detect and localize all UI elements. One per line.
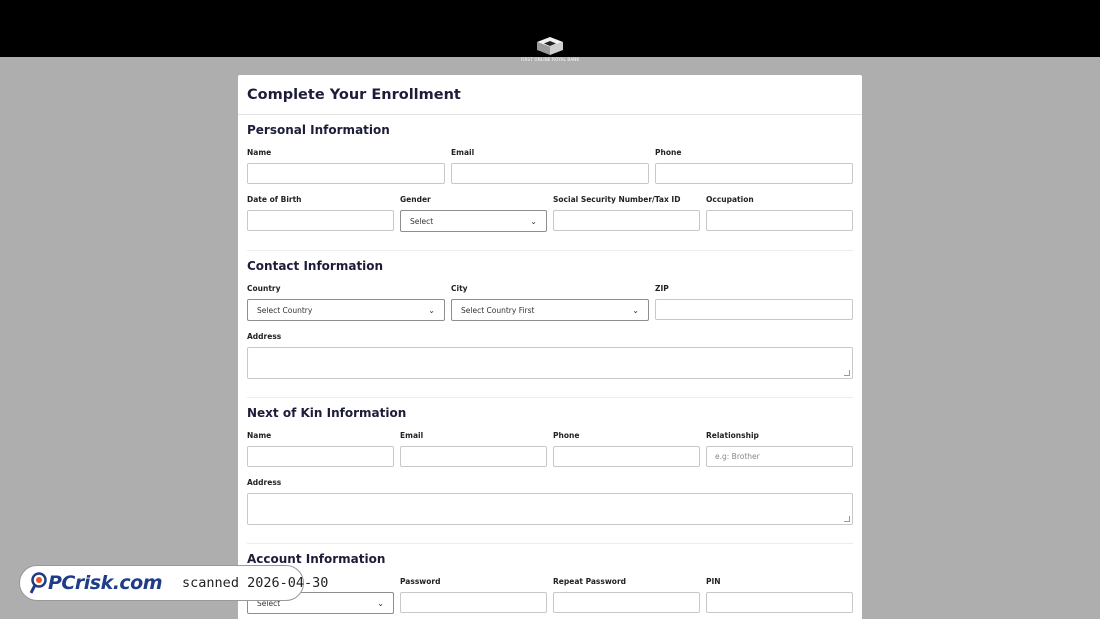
ssn-label: Social Security Number/Tax ID (553, 195, 681, 204)
country-select-value: Select Country (257, 305, 313, 315)
cube-logo-icon (537, 37, 563, 55)
phone-input[interactable] (655, 163, 853, 184)
email-input[interactable] (451, 163, 649, 184)
city-select-value: Select Country First (461, 305, 535, 315)
kin-name-label: Name (247, 431, 272, 440)
pin-label: PIN (706, 577, 721, 586)
section-divider (247, 543, 853, 544)
chevron-down-icon: ⌄ (428, 305, 435, 315)
kin-phone-input[interactable] (553, 446, 700, 467)
kin-section-title: Next of Kin Information (247, 406, 407, 420)
kin-email-input[interactable] (400, 446, 547, 467)
account-section-title: Account Information (247, 552, 386, 566)
name-input[interactable] (247, 163, 445, 184)
occupation-label: Occupation (706, 195, 754, 204)
kin-name-input[interactable] (247, 446, 394, 467)
contact-address-textarea[interactable] (247, 347, 853, 379)
country-select[interactable]: Select Country ⌄ (247, 299, 445, 321)
ssn-input[interactable] (553, 210, 700, 231)
pin-input[interactable] (706, 592, 853, 613)
kin-address-label: Address (247, 478, 282, 487)
email-label: Email (451, 148, 475, 157)
zip-input[interactable] (655, 299, 853, 320)
city-select[interactable]: Select Country First ⌄ (451, 299, 649, 321)
relationship-placeholder: e.g: Brother (715, 452, 760, 461)
zip-label: ZIP (655, 284, 669, 293)
bank-logo[interactable]: FIRST ONLINE ROYAL BANK (514, 36, 586, 68)
gender-label: Gender (400, 195, 431, 204)
repeat-password-input[interactable] (553, 592, 700, 613)
occupation-input[interactable] (706, 210, 853, 231)
repeat-password-label: Repeat Password (553, 577, 627, 586)
dob-input[interactable] (247, 210, 394, 231)
password-label: Password (400, 577, 441, 586)
dob-label: Date of Birth (247, 195, 302, 204)
chevron-down-icon: ⌄ (530, 216, 537, 226)
kin-phone-label: Phone (553, 431, 580, 440)
chevron-down-icon: ⌄ (632, 305, 639, 315)
relationship-input[interactable]: e.g: Brother (706, 446, 853, 467)
country-label: Country (247, 284, 281, 293)
enrollment-form-card: Complete Your Enrollment Personal Inform… (238, 75, 862, 619)
personal-section-title: Personal Information (247, 123, 390, 137)
contact-address-label: Address (247, 332, 282, 341)
scan-date-text: scanned 2026-04-30 (182, 575, 329, 591)
kin-email-label: Email (400, 431, 424, 440)
section-divider (247, 397, 853, 398)
section-divider (247, 250, 853, 251)
form-title: Complete Your Enrollment (247, 86, 461, 103)
pcrisk-logo: PC risk.com (30, 572, 163, 594)
password-input[interactable] (400, 592, 547, 613)
magnifier-icon (30, 572, 47, 594)
phone-label: Phone (655, 148, 682, 157)
chevron-down-icon: ⌄ (377, 598, 384, 608)
gender-select-value: Select (410, 216, 434, 226)
pcrisk-watermark: PC risk.com scanned 2026-04-30 (19, 565, 328, 601)
city-label: City (451, 284, 468, 293)
logo-text: FIRST ONLINE ROYAL BANK (520, 57, 580, 62)
gender-select[interactable]: Select ⌄ (400, 210, 547, 232)
pcrisk-brand: PC (48, 572, 75, 594)
contact-section-title: Contact Information (247, 259, 384, 273)
form-header: Complete Your Enrollment (238, 75, 862, 115)
relationship-label: Relationship (706, 431, 759, 440)
name-label: Name (247, 148, 272, 157)
kin-address-textarea[interactable] (247, 493, 853, 525)
pcrisk-brand-suffix: risk.com (74, 572, 163, 594)
